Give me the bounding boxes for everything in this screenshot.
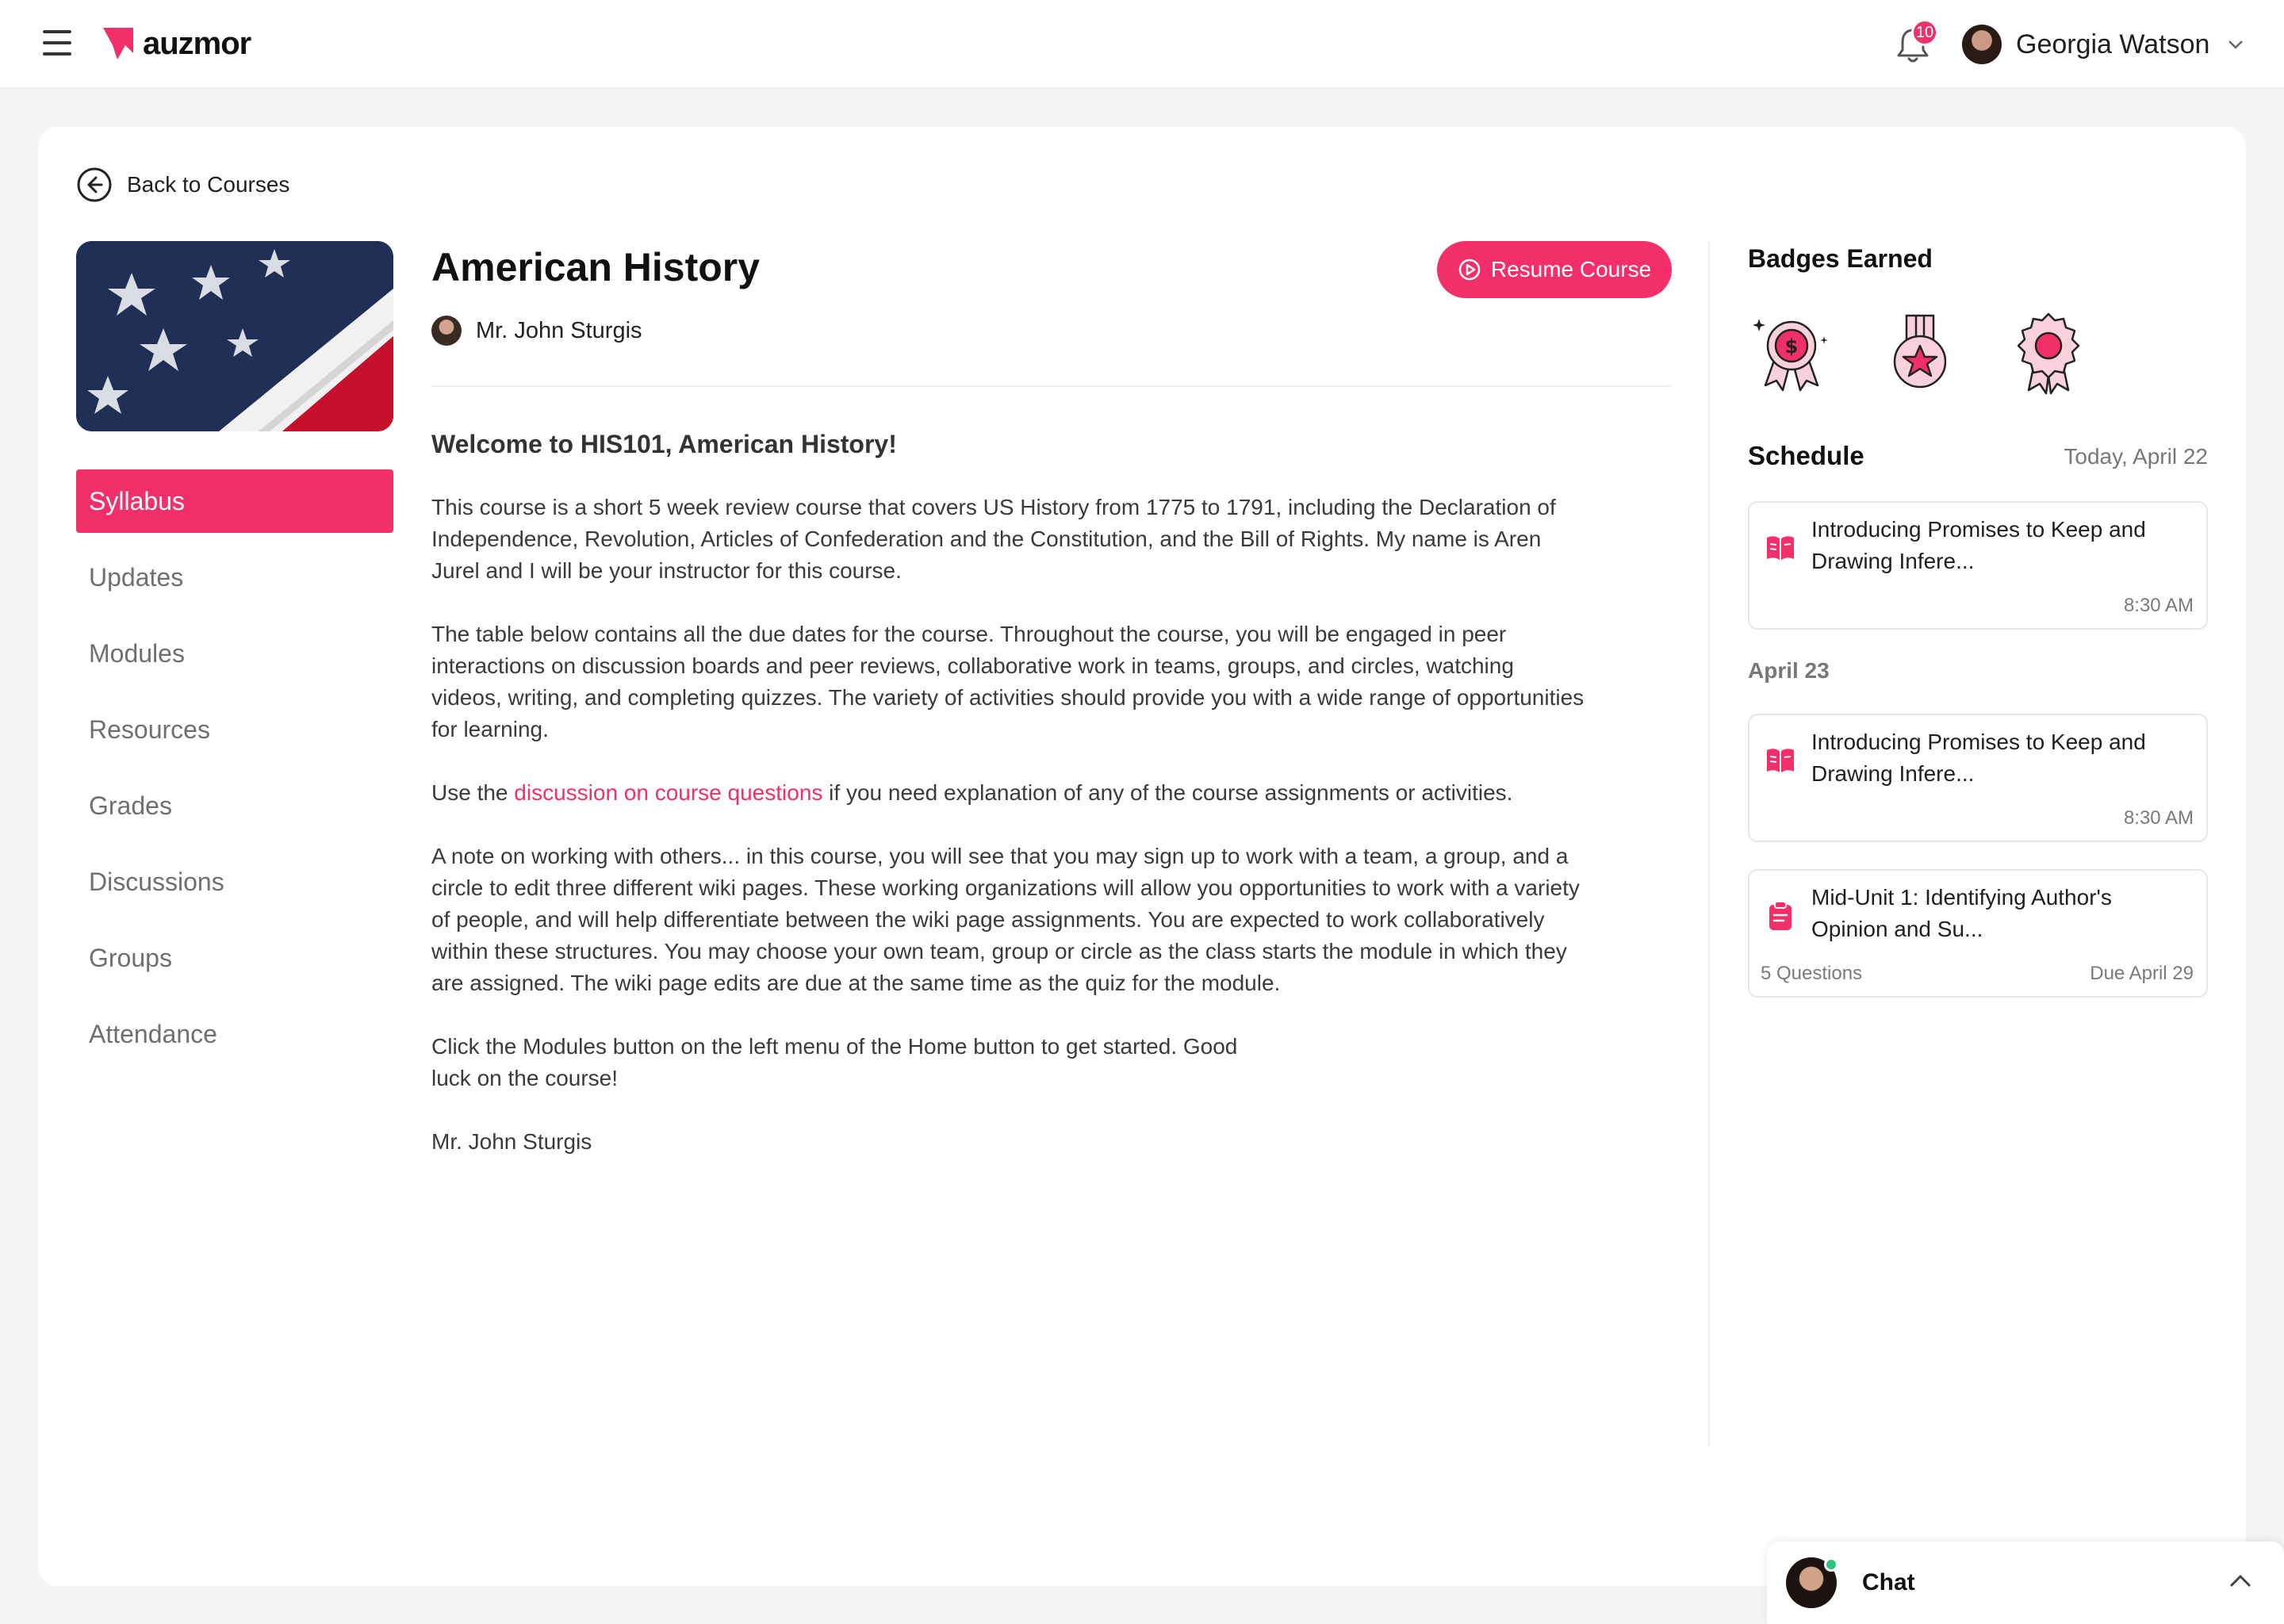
syllabus-paragraph-5: Click the Modules button on the left men… [431,1034,1238,1090]
nav-item-resources[interactable]: Resources [76,698,393,761]
event-title: Mid-Unit 1: Identifying Author's Opinion… [1811,885,2112,941]
schedule-day-label: April 23 [1748,658,1830,683]
nav-item-syllabus[interactable]: Syllabus [76,469,393,533]
user-avatar [1962,25,2002,64]
rosette-badge-icon[interactable] [2005,309,2092,396]
nav-item-modules[interactable]: Modules [76,622,393,685]
nav-item-grades[interactable]: Grades [76,774,393,837]
syllabus-content: Welcome to HIS101, American History! Thi… [431,428,1589,1189]
syllabus-paragraph-1: This course is a short 5 week review cou… [431,495,1556,583]
badges-title: Badges Earned [1748,244,1933,273]
nav-item-attendance[interactable]: Attendance [76,1002,393,1066]
nav-item-groups[interactable]: Groups [76,926,393,990]
chat-label: Chat [1862,1569,1915,1595]
arrow-left-circle-icon [77,167,112,202]
instructor-avatar [431,316,462,346]
star-medal-badge-icon[interactable] [1876,309,1964,396]
header-divider [431,385,1672,387]
user-menu[interactable]: Georgia Watson [1962,24,2244,65]
instructor-name: Mr. John Sturgis [476,317,642,343]
syllabus-p3-before: Use the [431,780,515,805]
schedule-event[interactable]: Introducing Promises to Keep and Drawing… [1748,501,2208,630]
instructor: Mr. John Sturgis [431,316,642,346]
sidebar-divider [1708,241,1710,1446]
chat-avatar [1786,1557,1838,1608]
event-question-count: 5 Questions [1761,963,1863,984]
event-title: Introducing Promises to Keep and Drawing… [1811,730,2146,786]
auzmor-logo-icon [103,28,133,59]
nav-item-updates[interactable]: Updates [76,546,393,609]
resume-course-label: Resume Course [1490,257,1652,282]
course-nav: Syllabus Updates Modules Resources Grade… [76,469,393,1078]
event-time: 8:30 AM [2123,807,2194,829]
badges-list: $ [1748,309,2133,396]
syllabus-paragraph-2: The table below contains all the due dat… [431,622,1585,741]
event-time: 8:30 AM [2123,595,2194,616]
resume-course-button[interactable]: Resume Course [1437,241,1672,298]
book-icon [1767,536,1794,560]
syllabus-heading: Welcome to HIS101, American History! [431,430,897,458]
course-cover-image [76,241,393,431]
brand-logo[interactable]: auzmor [102,24,251,63]
user-name: Georgia Watson [2016,29,2210,59]
syllabus-paragraph-4: A note on working with others... in this… [431,844,1580,995]
syllabus-p3-after: if you need explanation of any of the co… [822,780,1513,805]
online-status-indicator [1824,1557,1838,1572]
chat-widget[interactable]: Chat [1767,1542,2284,1624]
nav-item-discussions[interactable]: Discussions [76,850,393,914]
chevron-down-icon [2228,40,2244,49]
svg-text:$: $ [1785,335,1799,358]
event-title: Introducing Promises to Keep and Drawing… [1811,517,2146,573]
discussion-link[interactable]: discussion on course questions [514,780,822,805]
dollar-ribbon-badge-icon[interactable]: $ [1748,309,1835,396]
notification-count-badge: 10 [1911,19,1938,46]
course-title: American History [431,245,761,289]
schedule-title: Schedule [1748,441,1864,470]
clipboard-icon [1769,901,1792,930]
schedule-today-label: Today, April 22 [2064,444,2208,469]
brand-name: auzmor [143,25,251,61]
syllabus-signature: Mr. John Sturgis [431,1129,592,1154]
schedule-event[interactable]: Introducing Promises to Keep and Drawing… [1748,714,2208,842]
schedule-event[interactable]: Mid-Unit 1: Identifying Author's Opinion… [1748,869,2208,998]
top-bar: auzmor 10 Georgia Watson [0,0,2284,89]
menu-icon[interactable] [43,30,71,57]
back-to-courses-link[interactable]: Back to Courses [76,167,289,203]
event-due-date: Due April 29 [2090,963,2194,984]
book-icon [1767,749,1794,772]
play-circle-icon [1458,259,1481,281]
back-to-courses-label: Back to Courses [127,172,290,197]
chevron-up-icon[interactable] [2228,1573,2252,1589]
syllabus-paragraph-3: Use the discussion on course questions i… [431,777,1589,809]
